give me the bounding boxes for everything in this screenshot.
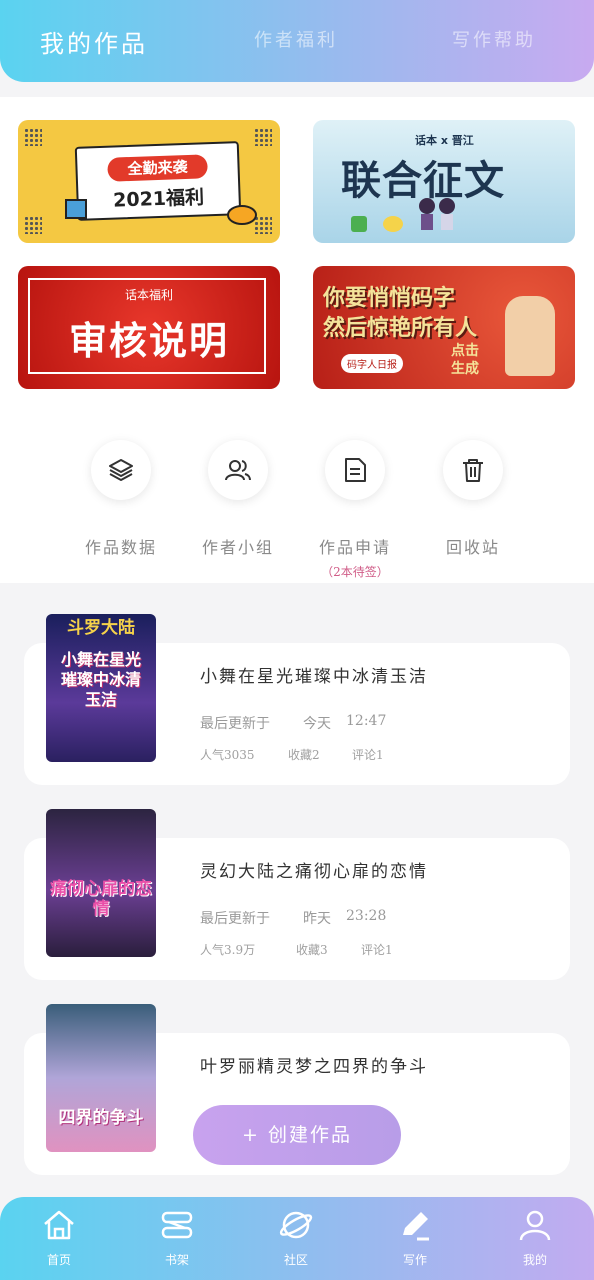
work-favorites: 收藏2 (288, 748, 320, 762)
cover-series-title: 斗罗大陆 (67, 618, 135, 638)
work-popularity: 人气3035 (200, 748, 255, 762)
banner-joint-contest[interactable]: 话本 x 晋江 联合征文 (313, 120, 575, 243)
banner-tag: 码字人日报 (341, 354, 403, 373)
work-data-label: 作品数据 (84, 538, 157, 557)
work-application-label: 作品申请 (318, 538, 391, 557)
top-header: 我的作品 作者福利 写作帮助 (0, 0, 594, 82)
work-data-button[interactable] (91, 440, 151, 500)
cover-title: 痛彻心扉的恋情 (50, 879, 152, 919)
tab-label: 我的 (522, 1253, 547, 1267)
group-icon (225, 460, 251, 481)
work-updated-time: 12:47 (346, 713, 387, 729)
tab-label: 书架 (164, 1253, 189, 1267)
bookshelf-icon (161, 1211, 193, 1239)
logo-icon (383, 216, 403, 232)
tab-my-works[interactable]: 我的作品 (40, 24, 148, 59)
banner-review-guide[interactable]: 话本福利 审核说明 (18, 266, 280, 389)
fist-illustration-icon (505, 296, 555, 376)
planet-icon (279, 1211, 313, 1239)
banner-line-1: 你要悄悄码字 (323, 285, 456, 311)
trash-icon (463, 459, 483, 482)
work-updated-day: 今天 (303, 716, 331, 732)
work-comments: 评论1 (352, 748, 384, 762)
banner-attendance-welfare[interactable]: 全勤来袭 2021福利 (18, 120, 280, 243)
pending-sign-badge: （2本待签） (321, 565, 389, 579)
work-updated-day: 昨天 (303, 911, 331, 927)
tab-label: 写作 (402, 1253, 427, 1267)
tab-label: 首页 (46, 1253, 71, 1267)
tab-writing-help[interactable]: 写作帮助 (452, 26, 536, 52)
logo-icon (351, 216, 367, 232)
dots-decoration (24, 216, 42, 234)
user-icon (519, 1210, 551, 1241)
chicken-leg-icon (227, 205, 257, 225)
tab-bookshelf[interactable]: 书架 (118, 1197, 236, 1280)
pen-icon (403, 1212, 429, 1241)
work-popularity: 人气3.9万 (200, 943, 256, 957)
banner-line-2: 然后惊艳所有人 (323, 315, 478, 341)
banner-headline: 全勤来袭 (107, 154, 208, 182)
create-work-button[interactable]: + 创建作品 (193, 1105, 401, 1165)
author-group-label: 作者小组 (201, 538, 274, 557)
document-icon (345, 458, 366, 482)
cover-title: 四界的争斗 (58, 1108, 144, 1128)
work-cover[interactable]: 斗罗大陆 小舞在星光璀璨中冰清玉洁 (46, 614, 156, 762)
work-title[interactable]: 小舞在星光璀璨中冰清玉洁 (200, 662, 428, 687)
layers-icon (109, 459, 133, 481)
work-updated-label: 最后更新于 (200, 911, 270, 927)
work-favorites: 收藏3 (296, 943, 328, 957)
home-icon (44, 1210, 74, 1240)
tab-mine[interactable]: 我的 (476, 1197, 594, 1280)
tab-author-benefits[interactable]: 作者福利 (254, 26, 338, 52)
work-title[interactable]: 叶罗丽精灵梦之四界的争斗 (200, 1052, 428, 1077)
banner-sub: 话本 x 晋江 (415, 134, 474, 147)
tab-community[interactable]: 社区 (237, 1197, 355, 1280)
work-comments: 评论1 (361, 943, 393, 957)
work-application-button[interactable] (325, 440, 385, 500)
banner-card: 全勤来袭 2021福利 (74, 141, 242, 221)
author-group-button[interactable] (208, 440, 268, 500)
recycle-bin-label: 回收站 (445, 538, 500, 557)
work-title[interactable]: 灵幻大陆之痛彻心扉的恋情 (200, 857, 428, 882)
banner-sub: 话本福利 (124, 288, 173, 302)
work-cover[interactable]: 痛彻心扉的恋情 (46, 809, 156, 957)
work-updated-label: 最后更新于 (200, 716, 270, 732)
work-cover[interactable]: 四界的争斗 (46, 1004, 156, 1152)
recycle-bin-button[interactable] (443, 440, 503, 500)
banner-title: 审核说明 (68, 319, 229, 363)
banner-writing-report[interactable]: 你要悄悄码字 然后惊艳所有人 码字人日报 点击生成 (313, 266, 575, 389)
dots-decoration (254, 128, 272, 146)
cover-title: 小舞在星光璀璨中冰清玉洁 (60, 650, 141, 709)
tab-write[interactable]: 写作 (356, 1197, 474, 1280)
banner-subline: 2021福利 (112, 186, 205, 212)
book-icon (65, 199, 87, 219)
tab-home[interactable]: 首页 (0, 1197, 118, 1280)
characters-illustration-icon (419, 198, 455, 230)
dots-decoration (24, 128, 42, 146)
work-updated-time: 23:28 (346, 908, 387, 924)
tab-label: 社区 (283, 1253, 308, 1267)
banner-cta: 点击生成 (451, 343, 479, 377)
bottom-tab-bar: 首页 书架 社区 写作 我的 (0, 1197, 594, 1280)
